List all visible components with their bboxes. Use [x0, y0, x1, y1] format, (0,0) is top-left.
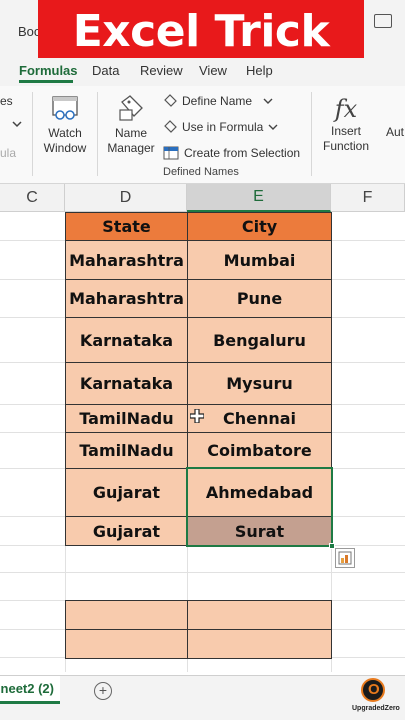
- column-header-d[interactable]: D: [65, 184, 187, 212]
- formula-tag-icon: [164, 120, 177, 133]
- cell-state[interactable]: Gujarat: [65, 516, 188, 546]
- cell-city[interactable]: Bengaluru: [187, 317, 332, 363]
- autosum-button-partial[interactable]: Aut: [386, 125, 405, 140]
- ribbon-separator: [311, 92, 312, 176]
- group-label-defined-names: Defined Names: [163, 166, 239, 178]
- ribbon-separator: [97, 92, 98, 176]
- cell-city[interactable]: Mumbai: [187, 240, 332, 280]
- fx-icon: fx: [334, 95, 358, 123]
- cell-city[interactable]: Mysuru: [187, 362, 332, 405]
- create-from-selection-button[interactable]: Create from Selection: [163, 146, 300, 160]
- insert-function-label-1: Insert: [330, 124, 361, 138]
- empty-filled-cell[interactable]: [65, 629, 188, 659]
- use-in-formula-button[interactable]: Use in Formula: [163, 120, 278, 134]
- ribbon-separator: [32, 92, 33, 176]
- watermark-text: UpgradedZero: [352, 705, 400, 712]
- tab-formulas[interactable]: Formulas: [19, 63, 78, 78]
- cell-state[interactable]: Gujarat: [65, 468, 188, 517]
- title-banner: Excel Trick: [38, 0, 364, 62]
- cell-state[interactable]: TamilNadu: [65, 432, 188, 469]
- sheet-tab-active[interactable]: neet2 (2): [0, 676, 60, 704]
- cell-city[interactable]: Pune: [187, 279, 332, 318]
- name-manager-label-2: Manager: [107, 141, 155, 155]
- watch-window-label-1: Watch: [48, 126, 82, 140]
- cell-city[interactable]: Chennai: [187, 404, 332, 433]
- column-header-f[interactable]: F: [331, 184, 405, 212]
- sheet-tab-bar: neet2 (2) +: [0, 675, 405, 720]
- empty-filled-cell[interactable]: [65, 600, 188, 630]
- left-partial-dropdown[interactable]: [12, 120, 22, 128]
- cell-state[interactable]: Maharashtra: [65, 240, 188, 280]
- chevron-down-icon: [12, 121, 22, 128]
- watch-window-label-2: Window: [43, 141, 87, 155]
- chevron-down-icon: [268, 124, 278, 130]
- left-partial-item-1[interactable]: es: [0, 94, 13, 108]
- tab-view[interactable]: View: [199, 63, 227, 78]
- grid-line: [0, 572, 405, 573]
- ribbon: es ula Watch Window Name Manager Define …: [0, 86, 405, 184]
- tab-help[interactable]: Help: [246, 63, 273, 78]
- watermark-logo: O: [361, 678, 385, 702]
- active-tab-indicator: [19, 80, 73, 83]
- define-name-button[interactable]: Define Name: [163, 94, 273, 108]
- cell-cursor-icon: [190, 409, 204, 423]
- table-header-state[interactable]: State: [65, 212, 188, 241]
- column-header-c[interactable]: C: [0, 184, 65, 212]
- insert-function-button[interactable]: fx Insert Function: [318, 94, 374, 154]
- cell-state[interactable]: Maharashtra: [65, 279, 188, 318]
- empty-filled-cell[interactable]: [187, 629, 332, 659]
- cell-city[interactable]: Ahmedabad: [187, 468, 332, 517]
- table-grid-icon: [163, 146, 179, 160]
- name-tag-icon: [119, 95, 143, 121]
- add-sheet-icon[interactable]: +: [94, 682, 112, 700]
- insert-function-label-2: Function: [322, 139, 370, 153]
- watch-window-button[interactable]: Watch Window: [40, 94, 90, 156]
- cell-city[interactable]: Coimbatore: [187, 432, 332, 469]
- banner-text: Excel Trick: [72, 5, 330, 57]
- chevron-down-icon: [263, 98, 273, 104]
- tab-data[interactable]: Data: [92, 63, 119, 78]
- left-partial-item-2[interactable]: ula: [0, 146, 16, 160]
- cell-state[interactable]: Karnataka: [65, 362, 188, 405]
- quick-analysis-icon[interactable]: [335, 548, 355, 568]
- tab-review[interactable]: Review: [140, 63, 183, 78]
- tag-icon: [164, 94, 177, 107]
- table-header-city[interactable]: City: [187, 212, 332, 241]
- name-manager-label-1: Name: [114, 126, 147, 140]
- cell-state[interactable]: TamilNadu: [65, 404, 188, 433]
- quick-analysis-glyph-icon: [338, 551, 352, 565]
- column-headers: C D E F: [0, 184, 405, 212]
- window-icon[interactable]: [374, 14, 392, 28]
- watch-window-icon: [52, 96, 78, 120]
- name-manager-button[interactable]: Name Manager: [104, 94, 158, 156]
- cell-city-active[interactable]: Surat: [187, 516, 332, 546]
- empty-filled-cell[interactable]: [187, 600, 332, 630]
- cell-state[interactable]: Karnataka: [65, 317, 188, 363]
- channel-watermark: O UpgradedZero: [352, 676, 400, 718]
- column-header-e[interactable]: E: [187, 184, 331, 212]
